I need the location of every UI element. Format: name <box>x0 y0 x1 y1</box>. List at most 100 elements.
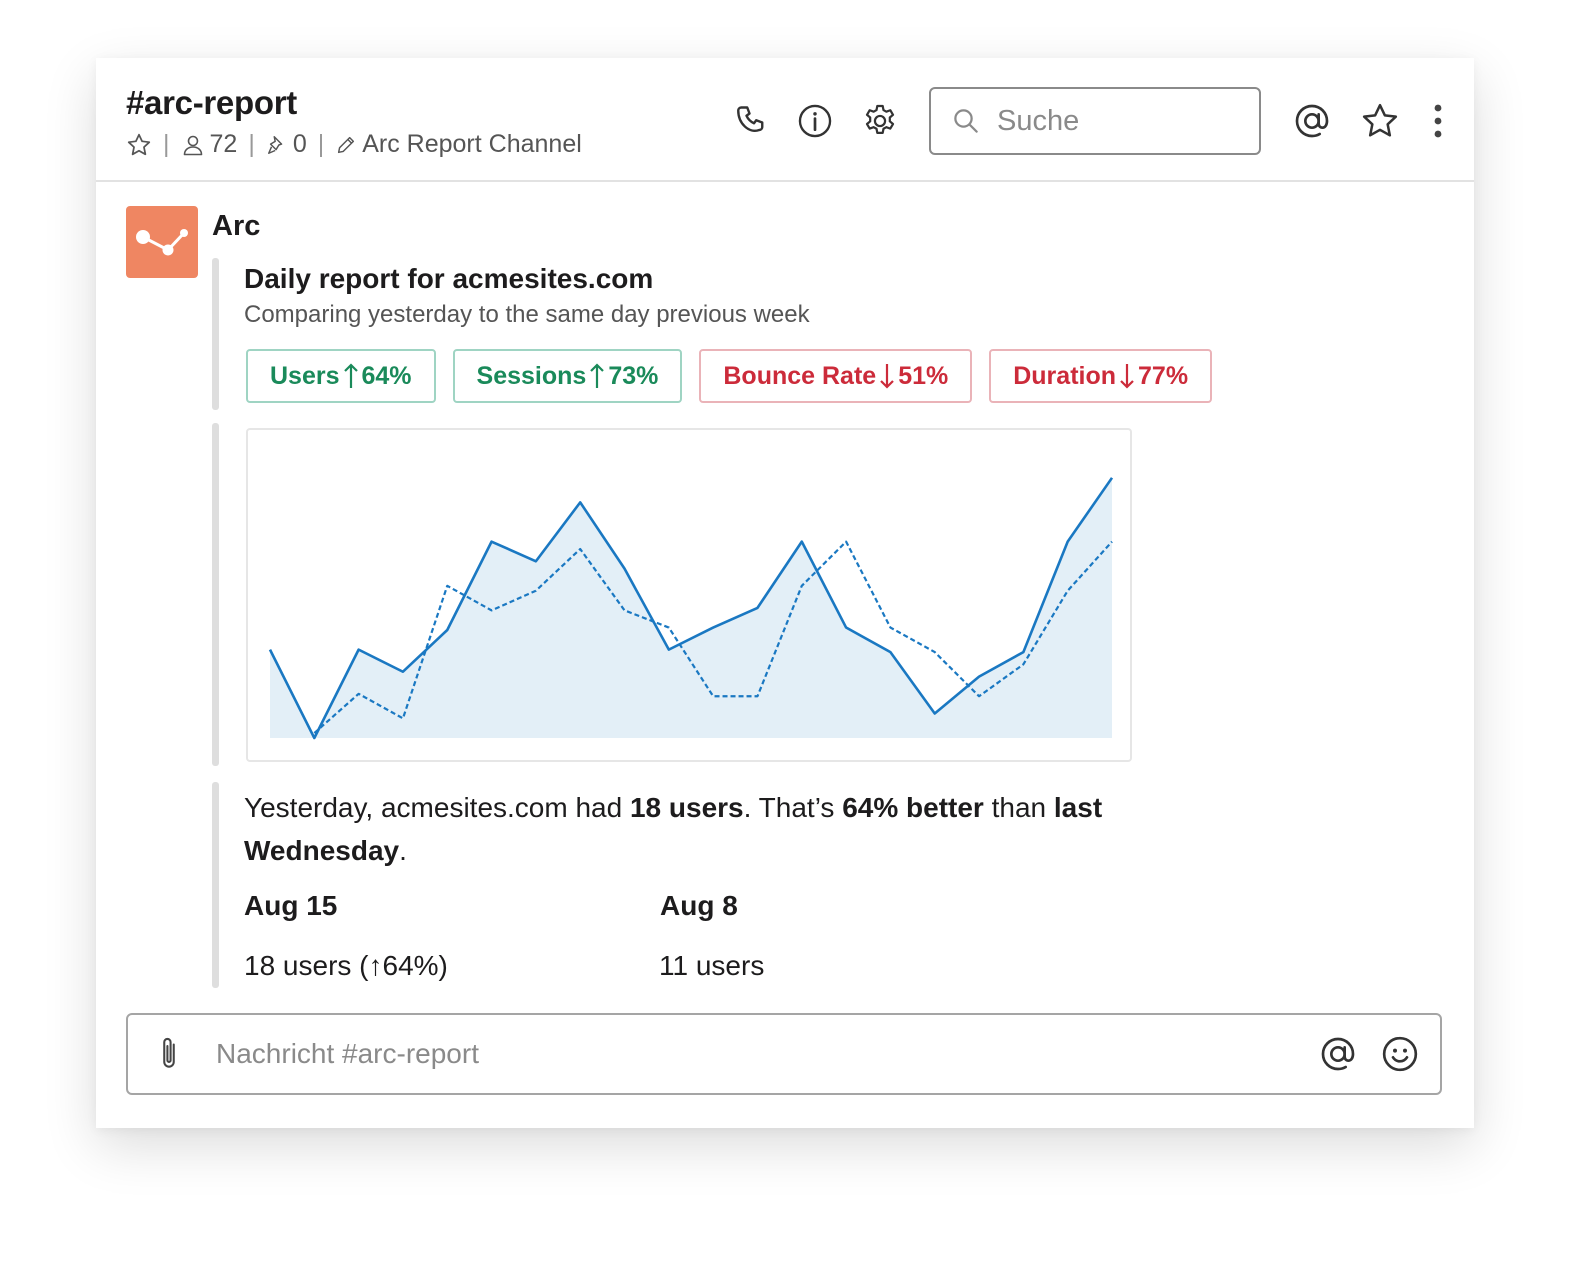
data-point-previous[interactable] <box>1017 658 1029 670</box>
data-point-previous[interactable] <box>397 712 409 724</box>
metric-label: Users <box>270 361 340 390</box>
search-input[interactable]: Suche <box>929 87 1261 155</box>
attachment-title[interactable]: Daily report for acmesites.com <box>244 263 653 295</box>
data-point-current[interactable] <box>929 707 941 719</box>
search-icon <box>951 106 981 136</box>
search-placeholder: Suche <box>997 104 1080 137</box>
mentions-button[interactable] <box>1292 101 1332 141</box>
metric-pill-duration[interactable]: Duration 77% <box>989 349 1213 403</box>
channel-topic[interactable]: Arc Report Channel <box>335 130 582 159</box>
data-point-current[interactable] <box>574 496 586 508</box>
metric-label: Sessions <box>476 361 587 390</box>
data-point-current[interactable] <box>486 536 498 548</box>
data-point-previous[interactable] <box>840 536 852 548</box>
at-icon <box>1295 104 1329 138</box>
data-point-current[interactable] <box>663 644 675 656</box>
stat-value-current: 18 users (↑64%) <box>244 950 448 981</box>
users-chart-svg <box>264 472 1118 740</box>
channel-topic-text: Arc Report Channel <box>362 130 582 158</box>
series-area-current <box>270 477 1112 738</box>
data-point-current[interactable] <box>796 536 808 548</box>
pinned-count: 0 <box>292 130 307 158</box>
data-point-current[interactable] <box>1106 472 1118 484</box>
summary-part: than <box>983 792 1054 823</box>
data-point-previous[interactable] <box>973 690 985 702</box>
star-icon <box>1362 103 1398 137</box>
attachment-border <box>212 258 219 410</box>
arc-logo-icon <box>136 229 188 256</box>
arrow-down-icon <box>879 362 895 390</box>
data-point-current[interactable] <box>751 602 763 614</box>
data-point-previous[interactable] <box>929 646 941 658</box>
member-count-button[interactable]: 72 <box>181 130 238 159</box>
metric-pill-bounce-rate[interactable]: Bounce Rate 51% <box>699 349 973 403</box>
metric-pill-sessions[interactable]: Sessions 73% <box>452 349 683 403</box>
data-point-previous[interactable] <box>751 690 763 702</box>
data-point-previous[interactable] <box>574 543 586 555</box>
data-point-previous[interactable] <box>486 604 498 616</box>
channel-info-button[interactable] <box>795 101 835 141</box>
data-point-previous[interactable] <box>308 727 320 739</box>
data-point-current[interactable] <box>397 666 409 678</box>
favorite-star-button[interactable] <box>126 132 152 158</box>
users-chart[interactable] <box>246 428 1132 762</box>
summary-part: . That’s <box>743 792 843 823</box>
metric-pill-users[interactable]: Users 64% <box>246 349 436 403</box>
data-point-current[interactable] <box>973 671 985 683</box>
data-point-current[interactable] <box>707 622 719 634</box>
meta-divider: | <box>317 130 325 158</box>
metric-value: 77% <box>1138 361 1189 390</box>
data-point-current[interactable] <box>840 622 852 634</box>
attachment-border <box>212 782 219 988</box>
data-point-previous[interactable] <box>663 622 675 634</box>
summary-part: Yesterday, acmesites.com had <box>244 792 630 823</box>
meta-divider: | <box>248 130 255 158</box>
member-count: 72 <box>209 130 238 158</box>
data-point-previous[interactable] <box>884 622 896 634</box>
data-point-previous[interactable] <box>353 688 365 700</box>
more-options-button[interactable] <box>1418 101 1458 141</box>
call-button[interactable] <box>731 101 771 141</box>
data-point-current[interactable] <box>884 646 896 658</box>
data-point-previous[interactable] <box>796 580 808 592</box>
more-vertical-icon <box>1434 104 1442 138</box>
arc-avatar[interactable] <box>126 206 198 278</box>
channel-name[interactable]: #arc-report <box>126 84 297 122</box>
data-point-previous[interactable] <box>530 585 542 597</box>
metric-label: Duration <box>1013 361 1117 390</box>
data-point-current[interactable] <box>441 624 453 636</box>
metric-pills: Users 64% Sessions 73% Bounce Rate 51% D… <box>246 349 1213 403</box>
channel-settings-button[interactable] <box>860 101 900 141</box>
stat-heading-previous: Aug 8 <box>660 890 738 921</box>
data-point-previous[interactable] <box>619 604 631 616</box>
emoji-button[interactable] <box>1380 1034 1420 1079</box>
data-point-previous[interactable] <box>441 580 453 592</box>
attach-file-button[interactable] <box>156 1035 182 1078</box>
metric-value: 51% <box>898 361 949 390</box>
data-point-current[interactable] <box>619 563 631 575</box>
arrow-up-icon <box>589 362 605 390</box>
channel-header: #arc-report | 72 | 0 | Arc Report Channe… <box>96 58 1474 182</box>
metric-value: 73% <box>608 361 659 390</box>
data-point-current[interactable] <box>264 644 276 656</box>
data-point-previous[interactable] <box>707 690 719 702</box>
summary-text: Yesterday, acmesites.com had 18 users. T… <box>244 786 1144 872</box>
paperclip-icon <box>163 1038 175 1068</box>
mention-button[interactable] <box>1318 1034 1358 1079</box>
data-point-current[interactable] <box>530 555 542 567</box>
metric-label: Bounce Rate <box>723 361 877 390</box>
data-point-current[interactable] <box>1062 536 1074 548</box>
message-input[interactable]: Nachricht #arc-report <box>126 1013 1442 1095</box>
sender-name[interactable]: Arc <box>212 210 260 243</box>
starred-items-button[interactable] <box>1360 101 1400 141</box>
pinned-count-button[interactable]: 0 <box>266 130 307 159</box>
pin-icon <box>267 135 283 154</box>
data-point-current[interactable] <box>353 644 365 656</box>
data-point-previous[interactable] <box>1106 536 1118 548</box>
summary-part: . <box>399 835 407 866</box>
message-placeholder: Nachricht #arc-report <box>216 1038 479 1069</box>
data-point-previous[interactable] <box>1062 585 1074 597</box>
arrow-down-icon <box>1119 362 1135 390</box>
stat-heading-current: Aug 15 <box>244 890 338 921</box>
meta-divider: | <box>163 130 170 158</box>
